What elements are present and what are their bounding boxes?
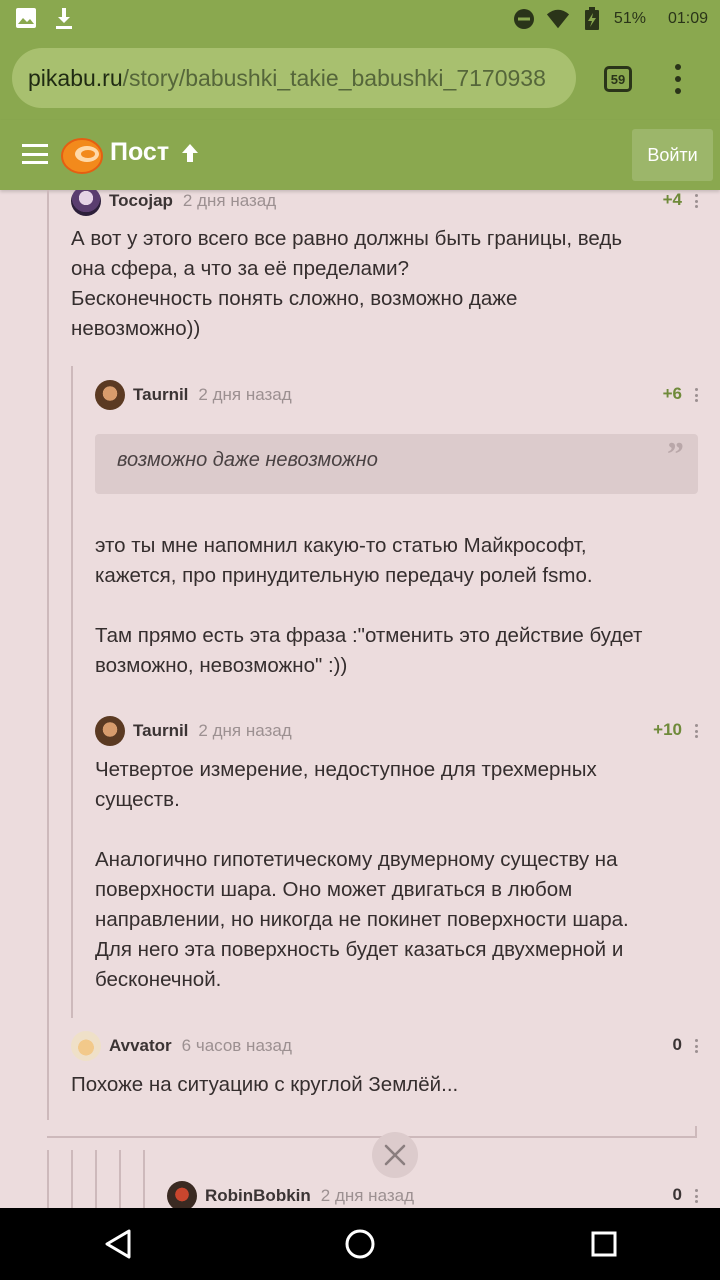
menu-icon[interactable] [22, 144, 48, 164]
url-host: pikabu.ru [28, 65, 123, 91]
scroll-up-icon[interactable] [180, 142, 200, 170]
comment-text: Четвертое измерение, недоступное для тре… [95, 758, 629, 991]
comments-list: Tocojap 2 дня назад +4 А вот у этого все… [0, 190, 720, 1208]
battery-icon [580, 7, 604, 31]
home-icon[interactable] [342, 1226, 378, 1262]
browser-menu-icon[interactable] [670, 64, 686, 94]
comment-rating: +4 [662, 190, 682, 209]
clock: 01:09 [667, 10, 708, 27]
more-options-icon[interactable] [694, 1189, 698, 1203]
comment-time: 6 часов назад [181, 1036, 292, 1055]
system-nav-bar [0, 1208, 720, 1280]
comment-author[interactable]: Avvator [109, 1036, 172, 1056]
page-title: Пост [110, 138, 170, 166]
more-options-icon[interactable] [694, 724, 698, 738]
image-icon [14, 6, 38, 30]
pikabu-logo[interactable] [60, 132, 104, 176]
status-bar: 51% 01:09 [0, 0, 720, 38]
battery-level: 51% [613, 10, 646, 27]
more-options-icon[interactable] [694, 194, 698, 208]
comment-text: А вот у этого всего все равно должны быт… [71, 227, 623, 340]
comment-time: 2 дня назад [198, 385, 292, 404]
more-options-icon[interactable] [694, 1039, 698, 1053]
avatar[interactable] [167, 1181, 197, 1208]
comment-header: Avvator 6 часов назад [71, 1031, 292, 1061]
comment-header: Taurnil 2 дня назад [95, 716, 292, 746]
comment-rating: 0 [672, 1035, 682, 1054]
thread-line [95, 1150, 97, 1208]
comment-header: RobinBobkin 2 дня назад [167, 1181, 414, 1208]
divider [695, 1126, 697, 1138]
back-icon[interactable] [100, 1226, 136, 1262]
comment-rating: +6 [662, 384, 682, 403]
divider [47, 1136, 697, 1138]
comment-header: Tocojap 2 дня назад [71, 190, 276, 216]
address-bar[interactable]: pikabu.ru/story/babushki_takie_babushki_… [12, 48, 576, 108]
url-path: /story/babushki_takie_babushki_7170938 [122, 65, 546, 91]
browser-toolbar: pikabu.ru/story/babushki_takie_babushki_… [0, 38, 720, 120]
quote-icon: ” [667, 436, 684, 473]
login-button[interactable]: Войти [632, 129, 713, 181]
comment-author[interactable]: RobinBobkin [205, 1186, 311, 1206]
tab-switcher-button[interactable]: 59 [604, 66, 632, 92]
recents-icon[interactable] [586, 1226, 622, 1262]
thread-line [47, 190, 49, 1120]
site-header: Пост Войти [0, 120, 720, 190]
avatar[interactable] [71, 190, 101, 216]
comment-text: это ты мне напомнил какую-то статью Майк… [95, 534, 643, 677]
comment-author[interactable]: Tocojap [109, 191, 173, 211]
quote-block: возможно даже невозможно ” [95, 434, 698, 494]
more-options-icon[interactable] [694, 388, 698, 402]
thread-line [71, 1150, 73, 1208]
thread-line [119, 1150, 121, 1208]
comment-author[interactable]: Taurnil [133, 385, 188, 405]
avatar[interactable] [71, 1031, 101, 1061]
thread-line [47, 1150, 49, 1208]
comment-time: 2 дня назад [320, 1186, 414, 1205]
comment-author[interactable]: Taurnil [133, 721, 188, 741]
comment-text: Похоже на ситуацию с круглой Землёй... [71, 1073, 459, 1096]
comment-rating: +10 [653, 720, 682, 739]
thread-line [143, 1150, 145, 1208]
comment-rating: 0 [672, 1185, 682, 1204]
comment-time: 2 дня назад [182, 191, 277, 210]
comment-time: 2 дня назад [198, 721, 292, 740]
dnd-icon [512, 7, 536, 31]
comment-header: Taurnil 2 дня назад [95, 380, 292, 410]
quote-text: возможно даже невозможно [117, 449, 378, 471]
thread-line [71, 366, 73, 1018]
avatar[interactable] [95, 716, 125, 746]
avatar[interactable] [95, 380, 125, 410]
download-icon [52, 6, 76, 30]
wifi-icon [546, 7, 570, 31]
close-icon[interactable] [372, 1132, 418, 1178]
